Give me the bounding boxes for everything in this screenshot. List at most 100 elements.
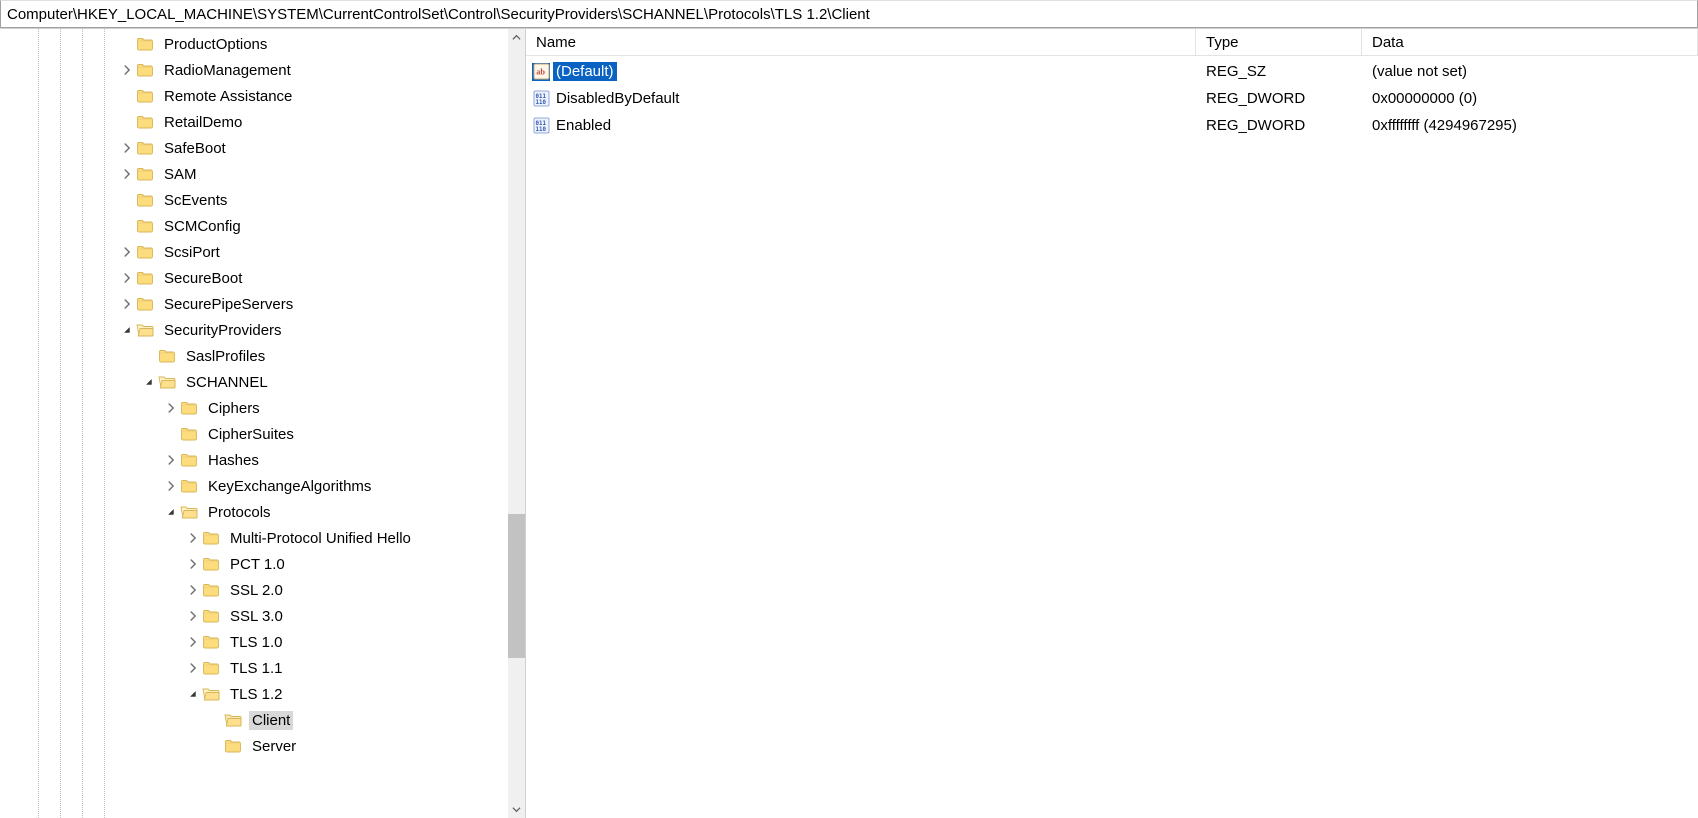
tree-node-label: SSL 3.0 bbox=[227, 607, 286, 626]
tree-node[interactable]: SCMConfig bbox=[0, 213, 525, 239]
chevron-right-icon[interactable] bbox=[186, 531, 200, 545]
tree-node[interactable]: Remote Assistance bbox=[0, 83, 525, 109]
tree-node[interactable]: SaslProfiles bbox=[0, 343, 525, 369]
tree-node-label: SaslProfiles bbox=[183, 347, 268, 366]
header-name[interactable]: Name bbox=[526, 29, 1196, 55]
tree-node-label: ScsiPort bbox=[161, 243, 223, 262]
tree-node[interactable]: TLS 1.2 bbox=[0, 681, 525, 707]
tree-node-label: Hashes bbox=[205, 451, 262, 470]
value-data: 0x00000000 (0) bbox=[1362, 90, 1698, 107]
address-bar[interactable]: Computer\HKEY_LOCAL_MACHINE\SYSTEM\Curre… bbox=[0, 0, 1698, 28]
tree-node[interactable]: SecureBoot bbox=[0, 265, 525, 291]
tree-node[interactable]: RadioManagement bbox=[0, 57, 525, 83]
values-pane: Name Type Data ab(Default)REG_SZ(value n… bbox=[526, 29, 1698, 818]
tree-scrollbar[interactable] bbox=[508, 29, 525, 818]
chevron-down-icon[interactable] bbox=[186, 687, 200, 701]
folder-icon bbox=[224, 738, 242, 754]
folder-icon bbox=[202, 530, 220, 546]
chevron-right-icon[interactable] bbox=[186, 635, 200, 649]
tree-node-label: ScEvents bbox=[161, 191, 230, 210]
binary-value-icon: 011110 bbox=[532, 117, 550, 135]
chevron-right-icon[interactable] bbox=[120, 297, 134, 311]
tree-node[interactable]: SCHANNEL bbox=[0, 369, 525, 395]
tree-node[interactable]: Multi-Protocol Unified Hello bbox=[0, 525, 525, 551]
tree-node[interactable]: SAM bbox=[0, 161, 525, 187]
tree-node[interactable]: Client bbox=[0, 707, 525, 733]
scroll-up-button[interactable] bbox=[508, 29, 525, 46]
chevron-right-icon[interactable] bbox=[186, 557, 200, 571]
tree-node-label: TLS 1.0 bbox=[227, 633, 286, 652]
tree-node-label: SCMConfig bbox=[161, 217, 244, 236]
chevron-right-icon[interactable] bbox=[186, 661, 200, 675]
tree-node[interactable]: ScsiPort bbox=[0, 239, 525, 265]
tree-spacer bbox=[208, 739, 222, 753]
folder-icon bbox=[136, 62, 154, 78]
folder-icon bbox=[136, 36, 154, 52]
tree-node[interactable]: Hashes bbox=[0, 447, 525, 473]
chevron-right-icon[interactable] bbox=[120, 245, 134, 259]
folder-icon bbox=[136, 244, 154, 260]
tree-node-label: Multi-Protocol Unified Hello bbox=[227, 529, 414, 548]
folder-icon bbox=[158, 348, 176, 364]
value-name: (Default) bbox=[553, 62, 617, 81]
tree-node-label: SAM bbox=[161, 165, 200, 184]
folder-icon bbox=[136, 88, 154, 104]
tree-node-label: Client bbox=[249, 711, 293, 730]
folder-open-icon bbox=[136, 322, 154, 338]
value-row[interactable]: 011110DisabledByDefaultREG_DWORD0x000000… bbox=[526, 85, 1698, 112]
tree-node-label: RetailDemo bbox=[161, 113, 245, 132]
chevron-right-icon[interactable] bbox=[164, 479, 178, 493]
tree-node[interactable]: SecurePipeServers bbox=[0, 291, 525, 317]
value-data: 0xffffffff (4294967295) bbox=[1362, 117, 1698, 134]
tree-node-label: SafeBoot bbox=[161, 139, 229, 158]
registry-tree[interactable]: ProductOptions RadioManagementRemote Assi… bbox=[0, 29, 525, 759]
tree-node[interactable]: Ciphers bbox=[0, 395, 525, 421]
tree-node[interactable]: ScEvents bbox=[0, 187, 525, 213]
chevron-down-icon[interactable] bbox=[120, 323, 134, 337]
chevron-right-icon[interactable] bbox=[164, 453, 178, 467]
value-type: REG_SZ bbox=[1196, 63, 1362, 80]
tree-node-label: KeyExchangeAlgorithms bbox=[205, 477, 374, 496]
chevron-right-icon[interactable] bbox=[186, 583, 200, 597]
value-row[interactable]: 011110EnabledREG_DWORD0xffffffff (429496… bbox=[526, 112, 1698, 139]
tree-node[interactable]: TLS 1.1 bbox=[0, 655, 525, 681]
tree-node[interactable]: PCT 1.0 bbox=[0, 551, 525, 577]
tree-spacer bbox=[120, 115, 134, 129]
tree-node[interactable]: SafeBoot bbox=[0, 135, 525, 161]
folder-icon bbox=[202, 582, 220, 598]
header-type[interactable]: Type bbox=[1196, 29, 1362, 55]
scroll-down-button[interactable] bbox=[508, 801, 525, 818]
tree-node[interactable]: KeyExchangeAlgorithms bbox=[0, 473, 525, 499]
folder-icon bbox=[136, 296, 154, 312]
chevron-right-icon[interactable] bbox=[120, 63, 134, 77]
tree-node-label: ProductOptions bbox=[161, 35, 270, 54]
tree-node[interactable]: CipherSuites bbox=[0, 421, 525, 447]
folder-icon bbox=[202, 634, 220, 650]
chevron-down-icon[interactable] bbox=[142, 375, 156, 389]
chevron-right-icon[interactable] bbox=[120, 141, 134, 155]
tree-node[interactable]: SecurityProviders bbox=[0, 317, 525, 343]
tree-node[interactable]: TLS 1.0 bbox=[0, 629, 525, 655]
tree-node-label: PCT 1.0 bbox=[227, 555, 288, 574]
tree-node[interactable]: SSL 2.0 bbox=[0, 577, 525, 603]
tree-node[interactable]: ProductOptions bbox=[0, 31, 525, 57]
header-data[interactable]: Data bbox=[1362, 29, 1698, 55]
tree-node[interactable]: Server bbox=[0, 733, 525, 759]
values-header[interactable]: Name Type Data bbox=[526, 29, 1698, 56]
scroll-track[interactable] bbox=[508, 46, 525, 801]
chevron-right-icon[interactable] bbox=[120, 167, 134, 181]
chevron-right-icon[interactable] bbox=[164, 401, 178, 415]
chevron-right-icon[interactable] bbox=[120, 271, 134, 285]
svg-text:ab: ab bbox=[536, 67, 545, 76]
tree-spacer bbox=[164, 427, 178, 441]
tree-node[interactable]: RetailDemo bbox=[0, 109, 525, 135]
chevron-down-icon[interactable] bbox=[164, 505, 178, 519]
tree-spacer bbox=[142, 349, 156, 363]
value-row[interactable]: ab(Default)REG_SZ(value not set) bbox=[526, 58, 1698, 85]
tree-node[interactable]: Protocols bbox=[0, 499, 525, 525]
chevron-right-icon[interactable] bbox=[186, 609, 200, 623]
values-list[interactable]: ab(Default)REG_SZ(value not set)011110Di… bbox=[526, 56, 1698, 139]
scroll-thumb[interactable] bbox=[508, 514, 525, 657]
tree-node[interactable]: SSL 3.0 bbox=[0, 603, 525, 629]
tree-spacer bbox=[120, 219, 134, 233]
